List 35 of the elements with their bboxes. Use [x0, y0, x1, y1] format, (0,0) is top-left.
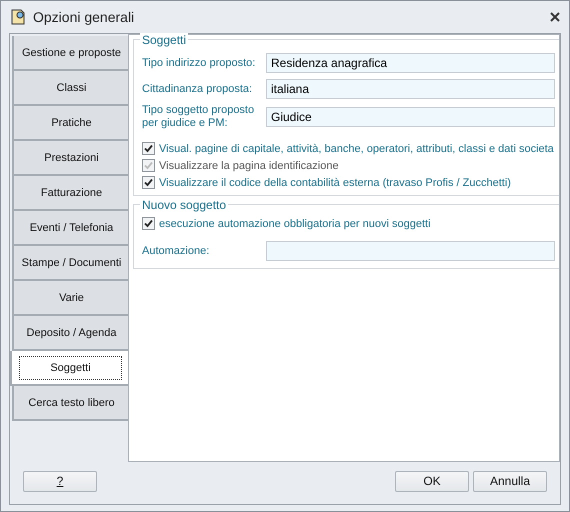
- sidebar-tab[interactable]: Varie: [12, 281, 129, 316]
- group-title: Nuovo soggetto: [140, 198, 228, 212]
- sidebar-tab[interactable]: Eventi / Telefonia: [12, 211, 129, 246]
- close-icon[interactable]: [549, 11, 561, 23]
- checkbox-label: esecuzione automazione obbligatoria per nuovi soggetti: [159, 218, 431, 230]
- help-button[interactable]: ?: [23, 470, 97, 492]
- cancel-button[interactable]: Annulla: [473, 470, 547, 492]
- field-label: Cittadinanza proposta:: [142, 82, 254, 96]
- sidebar-tab[interactable]: Cerca testo libero: [12, 386, 129, 421]
- field-label: Tipo soggetto proposto per giudice e PM:: [142, 104, 256, 130]
- settings-document-icon: [9, 8, 27, 26]
- checkbox-label: Visualizzare il codice della contabilità esterna (travaso Profis / Zucchetti): [159, 176, 511, 188]
- sidebar-tab[interactable]: Prestazioni: [12, 141, 129, 176]
- field-label: Automazione:: [142, 244, 210, 258]
- sidebar-tab[interactable]: Pratiche: [12, 106, 129, 141]
- input-field[interactable]: [266, 241, 555, 261]
- field-label: Tipo indirizzo proposto:: [142, 56, 256, 70]
- input-field[interactable]: italiana: [266, 79, 555, 99]
- checkbox[interactable]: [142, 217, 155, 230]
- checkbox[interactable]: [142, 176, 155, 189]
- sidebar-tab[interactable]: Classi: [12, 71, 129, 106]
- ok-button[interactable]: OK: [395, 470, 469, 492]
- sidebar-tab[interactable]: Fatturazione: [12, 176, 129, 211]
- sidebar-tab[interactable]: Soggetti: [10, 351, 129, 386]
- checkbox[interactable]: [142, 142, 155, 155]
- checkmark-icon: [144, 219, 153, 228]
- group-title: Soggetti: [140, 33, 188, 47]
- input-field[interactable]: Giudice: [266, 107, 555, 127]
- input-field[interactable]: Residenza anagrafica: [266, 53, 555, 73]
- window-title: Opzioni generali: [33, 9, 136, 25]
- checkbox-label: Visual. pagine di capitale, attività, banche, operatori, attributi, classi e dati societa: [159, 142, 554, 154]
- sidebar-tab[interactable]: Deposito / Agenda: [12, 316, 129, 351]
- sidebar-tab[interactable]: Stampe / Documenti: [12, 246, 129, 281]
- sidebar-tab[interactable]: Gestione e proposte: [12, 36, 129, 71]
- checkbox-label: Visualizzare la pagina identificazione: [159, 160, 339, 172]
